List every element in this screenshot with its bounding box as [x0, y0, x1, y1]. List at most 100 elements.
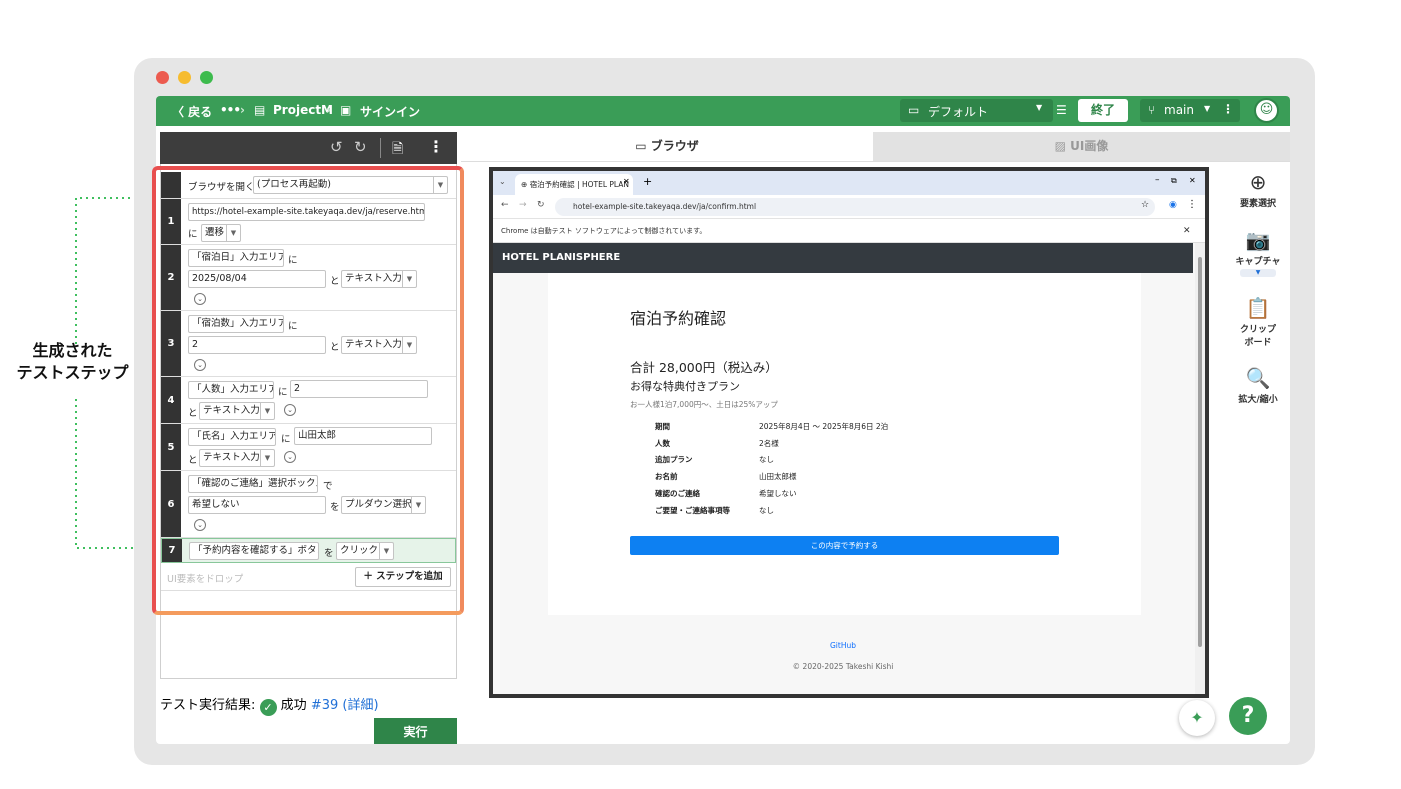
- select-value: (プロセス再起動): [257, 179, 331, 190]
- chrome-menu-icon[interactable]: ⋮: [1187, 199, 1197, 210]
- github-link[interactable]: GitHub: [493, 641, 1193, 650]
- kebab-icon[interactable]: ⋮: [1222, 102, 1234, 116]
- reserve-button[interactable]: この内容で予約する: [630, 536, 1059, 555]
- more-breadcrumb-icon[interactable]: •••: [220, 103, 241, 117]
- details-row: 期間 2025年8月4日 〜 2025年8月6日 2泊: [655, 421, 1055, 437]
- environment-select[interactable]: ▭ デフォルト ▼: [900, 99, 1053, 122]
- particle-label: に: [188, 229, 198, 240]
- chrome-tab[interactable]: ⊕ 宿泊予約確認 | HOTEL PLAN: [515, 174, 633, 195]
- globe-icon: ⊕: [521, 180, 528, 189]
- redo-icon[interactable]: ↻: [354, 138, 367, 156]
- branch-select[interactable]: ⑂ main ▼ ⋮: [1140, 99, 1240, 122]
- target-chip[interactable]: 「人数」入力エリア: [188, 381, 274, 399]
- value-input[interactable]: 2025/08/04: [188, 270, 326, 288]
- select-value: クリック: [340, 545, 379, 556]
- step-open-browser[interactable]: ブラウザを開く (プロセス再起動) ▼: [161, 172, 456, 199]
- breadcrumb-project[interactable]: ProjectM: [273, 103, 333, 117]
- step-row-4[interactable]: 4 「人数」入力エリア に 2 と テキスト入力 ▼ ⌄: [161, 377, 456, 424]
- breadcrumb-page[interactable]: サインイン: [360, 103, 420, 120]
- scrollbar-thumb[interactable]: [1198, 257, 1202, 647]
- scrollbar[interactable]: [1195, 243, 1205, 694]
- address-bar[interactable]: hotel-example-site.takeyaqa.dev/ja/confi…: [555, 198, 1155, 216]
- target-chip[interactable]: 「宿泊数」入力エリア: [188, 315, 284, 333]
- step-row-7[interactable]: 7 「予約内容を確認する」ボタン を クリック ▼: [161, 538, 456, 563]
- ai-assistant-icon[interactable]: ✦: [1179, 700, 1215, 736]
- expand-icon[interactable]: ⌄: [194, 293, 206, 305]
- drop-zone[interactable]: UI要素をドロップ ＋ ステップを追加: [161, 563, 456, 591]
- reload-icon[interactable]: ↻: [537, 200, 545, 210]
- expand-icon[interactable]: ⌄: [284, 451, 296, 463]
- site-header[interactable]: HOTEL PLANISPHERE: [493, 243, 1193, 273]
- help-button[interactable]: ?: [1229, 697, 1267, 735]
- caret-down-icon: ▼: [1036, 103, 1043, 112]
- maximize-window-dot[interactable]: [200, 71, 213, 84]
- end-button[interactable]: 終了: [1078, 99, 1128, 122]
- target-chip[interactable]: 「確認のご連絡」選択ボックス: [188, 475, 318, 493]
- undo-icon[interactable]: ↺: [330, 138, 343, 156]
- step-row-1[interactable]: 1 https://hotel-example-site.takeyaqa.de…: [161, 199, 456, 245]
- open-option-select[interactable]: (プロセス再起動) ▼: [253, 176, 448, 194]
- new-tab-icon[interactable]: +: [643, 175, 652, 188]
- forward-arrow-icon[interactable]: →: [519, 200, 527, 210]
- action-select[interactable]: テキスト入力 ▼: [341, 270, 417, 288]
- action-select[interactable]: 遷移 ▼: [201, 224, 241, 242]
- step-number: 3: [161, 311, 181, 376]
- caret-down-icon: ▼: [402, 337, 416, 353]
- expand-icon[interactable]: ⌄: [194, 359, 206, 371]
- minimize-window-dot[interactable]: [178, 71, 191, 84]
- back-arrow-icon[interactable]: ←: [501, 200, 509, 210]
- plan-name: お得な特典付きプラン: [630, 380, 740, 393]
- action-select[interactable]: テキスト入力 ▼: [341, 336, 417, 354]
- expand-icon[interactable]: ⌄: [284, 404, 296, 416]
- star-icon[interactable]: ☆: [1141, 200, 1149, 210]
- page-heading: 宿泊予約確認: [630, 309, 727, 328]
- run-id-link[interactable]: #39: [311, 698, 338, 713]
- detail-link[interactable]: (詳細): [342, 698, 378, 713]
- avatar-robot-icon[interactable]: ☺: [1254, 98, 1279, 123]
- save-file-icon[interactable]: 🗎: [392, 138, 403, 162]
- select-value: テキスト入力: [345, 273, 402, 284]
- particle-label: を: [330, 502, 340, 513]
- tab-ui-image[interactable]: ▨ UI画像: [873, 132, 1290, 161]
- tab-browser[interactable]: ▭ ブラウザ: [461, 132, 873, 161]
- target-chip[interactable]: 「宿泊日」入力エリア: [188, 249, 284, 267]
- value-input[interactable]: 希望しない: [188, 496, 326, 514]
- action-select[interactable]: プルダウン選択 ▼: [341, 496, 426, 514]
- target-chip[interactable]: 「予約内容を確認する」ボタン: [189, 542, 319, 560]
- step-row-5[interactable]: 5 「氏名」入力エリア に 山田太郎 と テキスト入力 ▼ ⌄: [161, 424, 456, 471]
- profile-icon[interactable]: ◉: [1169, 200, 1177, 210]
- close-infobar-icon[interactable]: ✕: [1183, 219, 1191, 243]
- value-input[interactable]: 2: [290, 380, 428, 398]
- close-tab-icon[interactable]: ✕: [623, 177, 630, 186]
- step-row-6[interactable]: 6 「確認のご連絡」選択ボックス で 希望しない を プルダウン選択 ▼ ⌄: [161, 471, 456, 538]
- target-chip[interactable]: 「氏名」入力エリア: [188, 428, 276, 446]
- kebab-icon[interactable]: ⋮: [428, 137, 444, 156]
- details-row: お名前 山田太郎様: [655, 471, 1055, 487]
- step-row-3[interactable]: 3 「宿泊数」入力エリア に 2 と テキスト入力 ▼ ⌄: [161, 311, 456, 377]
- back-button[interactable]: 〈 戻る: [172, 103, 212, 120]
- tool-label: 拡大/縮小: [1238, 395, 1278, 405]
- tab-list-icon[interactable]: ⌄: [499, 177, 506, 186]
- select-value: プルダウン選択: [345, 499, 412, 510]
- run-button[interactable]: 実行: [374, 718, 457, 744]
- clipboard-tool[interactable]: 📋 クリップ ボード: [1228, 296, 1288, 348]
- url-input[interactable]: https://hotel-example-site.takeyaqa.dev/…: [188, 203, 425, 221]
- action-select[interactable]: クリック ▼: [336, 542, 394, 560]
- action-select[interactable]: テキスト入力 ▼: [199, 402, 275, 420]
- sliders-icon[interactable]: ☰: [1056, 103, 1067, 117]
- value-input[interactable]: 2: [188, 336, 326, 354]
- caret-down-icon[interactable]: ▼: [1240, 269, 1276, 277]
- expand-icon[interactable]: ⌄: [194, 519, 206, 531]
- zoom-tool[interactable]: 🔍 拡大/縮小: [1228, 366, 1288, 405]
- close-icon[interactable]: ✕: [1189, 176, 1196, 185]
- action-select[interactable]: テキスト入力 ▼: [199, 449, 275, 467]
- restore-icon[interactable]: ⧉: [1171, 176, 1177, 186]
- add-step-button[interactable]: ＋ ステップを追加: [355, 567, 451, 587]
- minimize-icon[interactable]: –: [1155, 175, 1160, 185]
- chrome-address-row: ← → ↻ hotel-example-site.takeyaqa.dev/ja…: [493, 195, 1205, 219]
- value-input[interactable]: 山田太郎: [294, 427, 432, 445]
- select-element-tool[interactable]: ⊕ 要素選択: [1228, 170, 1288, 209]
- step-row-2[interactable]: 2 「宿泊日」入力エリア に 2025/08/04 と テキスト入力 ▼ ⌄: [161, 245, 456, 311]
- close-window-dot[interactable]: [156, 71, 169, 84]
- capture-tool[interactable]: 📷 キャプチャ ▼: [1228, 228, 1288, 277]
